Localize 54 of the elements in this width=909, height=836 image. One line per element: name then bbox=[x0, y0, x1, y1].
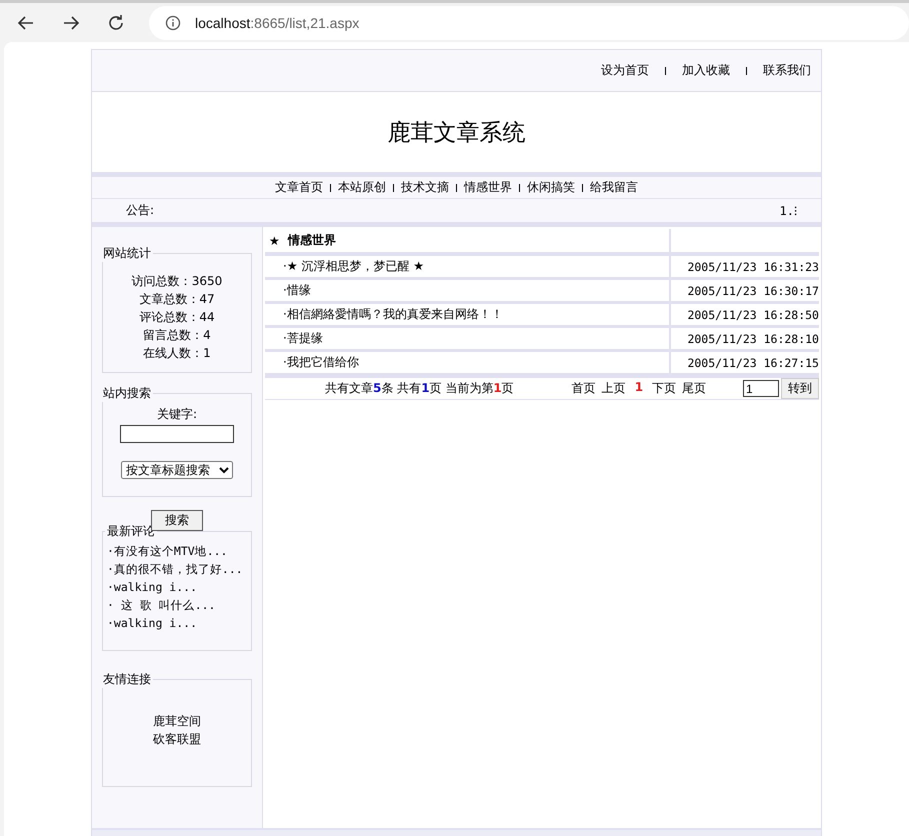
keyword-label: 关键字: bbox=[156, 406, 198, 423]
date-cell-text: 2005/11/23 16:28:10 bbox=[686, 330, 819, 348]
stat-line: 访问总数：3650 bbox=[130, 273, 224, 290]
comment-link[interactable]: ·walking i... bbox=[107, 578, 247, 596]
date-cell-text: 2005/11/23 16:30:17 bbox=[686, 282, 819, 300]
comment-link[interactable]: ·walking i... bbox=[107, 614, 247, 632]
stat-line: 留言总数：4 bbox=[142, 327, 212, 344]
category-heading: ★ 情感世界 bbox=[265, 229, 671, 252]
stat-line: 评论总数：44 bbox=[138, 309, 216, 326]
stat-line: 在线人数：1 bbox=[142, 345, 212, 362]
nav-link[interactable]: 本站原创 bbox=[338, 179, 386, 196]
current-page: 1 bbox=[634, 380, 644, 396]
keyword-field[interactable] bbox=[120, 425, 234, 443]
date-cell-text: 2005/11/23 16:27:15 bbox=[686, 354, 819, 372]
panel-title: 网站统计 bbox=[102, 245, 152, 262]
nav-link[interactable]: 情感世界 bbox=[464, 179, 512, 196]
notice-label: 公告: bbox=[126, 202, 154, 219]
reload-icon[interactable] bbox=[106, 12, 126, 32]
go-button[interactable]: 转到 bbox=[781, 378, 819, 399]
site-title: 鹿茸文章系统 bbox=[388, 118, 526, 146]
info-icon[interactable] bbox=[165, 14, 181, 30]
panel-title: 友情连接 bbox=[102, 671, 152, 688]
comment-link[interactable]: ·真的很不错，找了好... bbox=[107, 560, 247, 578]
pager-link[interactable]: 尾页 bbox=[682, 380, 706, 397]
url-text: localhost:8665/list,21.aspx bbox=[195, 14, 360, 30]
article-link[interactable]: ·菩提缘 bbox=[283, 330, 323, 347]
panel-title: 站内搜索 bbox=[102, 385, 152, 402]
pager-link[interactable]: 上页 bbox=[602, 380, 626, 397]
nav-link[interactable]: 文章首页 bbox=[275, 179, 323, 196]
friend-link[interactable]: 砍客联盟 bbox=[103, 730, 251, 748]
friend-link[interactable]: 鹿茸空间 bbox=[103, 712, 251, 730]
article-link[interactable]: ·惜缘 bbox=[283, 282, 311, 299]
notice-text: 1.⁝ bbox=[780, 203, 797, 219]
comment-link[interactable]: · 这 歌 叫什么... bbox=[107, 596, 247, 614]
pager-summary: 共有文章5条 共有1页 当前为第1页 bbox=[325, 380, 514, 397]
comment-link[interactable]: ·有没有这个MTV地... bbox=[107, 542, 247, 560]
article-link[interactable]: ·★ 沉浮相思梦，梦已醒 ★ bbox=[283, 258, 424, 275]
search-scope-dropdown[interactable]: 按文章标题搜索 bbox=[121, 461, 233, 479]
article-link[interactable]: ·我把它借给你 bbox=[283, 354, 359, 371]
nav-link[interactable]: 休闲搞笑 bbox=[527, 179, 575, 196]
address-bar[interactable]: localhost:8665/list,21.aspx bbox=[149, 6, 909, 40]
article-link[interactable]: ·相信網絡愛情嗎？我的真爱来自网络！！ bbox=[283, 306, 503, 323]
top-link[interactable]: 联系我们 bbox=[763, 62, 811, 79]
date-cell-text: 2005/11/23 16:31:23 bbox=[686, 258, 819, 276]
page-number-field[interactable]: 1 bbox=[743, 380, 779, 397]
pager-link[interactable]: 下页 bbox=[652, 380, 676, 397]
nav-link[interactable]: 技术文摘 bbox=[401, 179, 449, 196]
nav-link[interactable]: 给我留言 bbox=[590, 179, 638, 196]
pager-link[interactable]: 首页 bbox=[572, 380, 596, 397]
search-button[interactable]: 搜索 bbox=[151, 510, 203, 531]
top-link[interactable]: 加入收藏 bbox=[682, 62, 730, 79]
top-link[interactable]: 设为首页 bbox=[601, 62, 649, 79]
stat-line: 文章总数：47 bbox=[138, 291, 216, 308]
date-cell-text: 2005/11/23 16:28:50 bbox=[686, 306, 819, 324]
